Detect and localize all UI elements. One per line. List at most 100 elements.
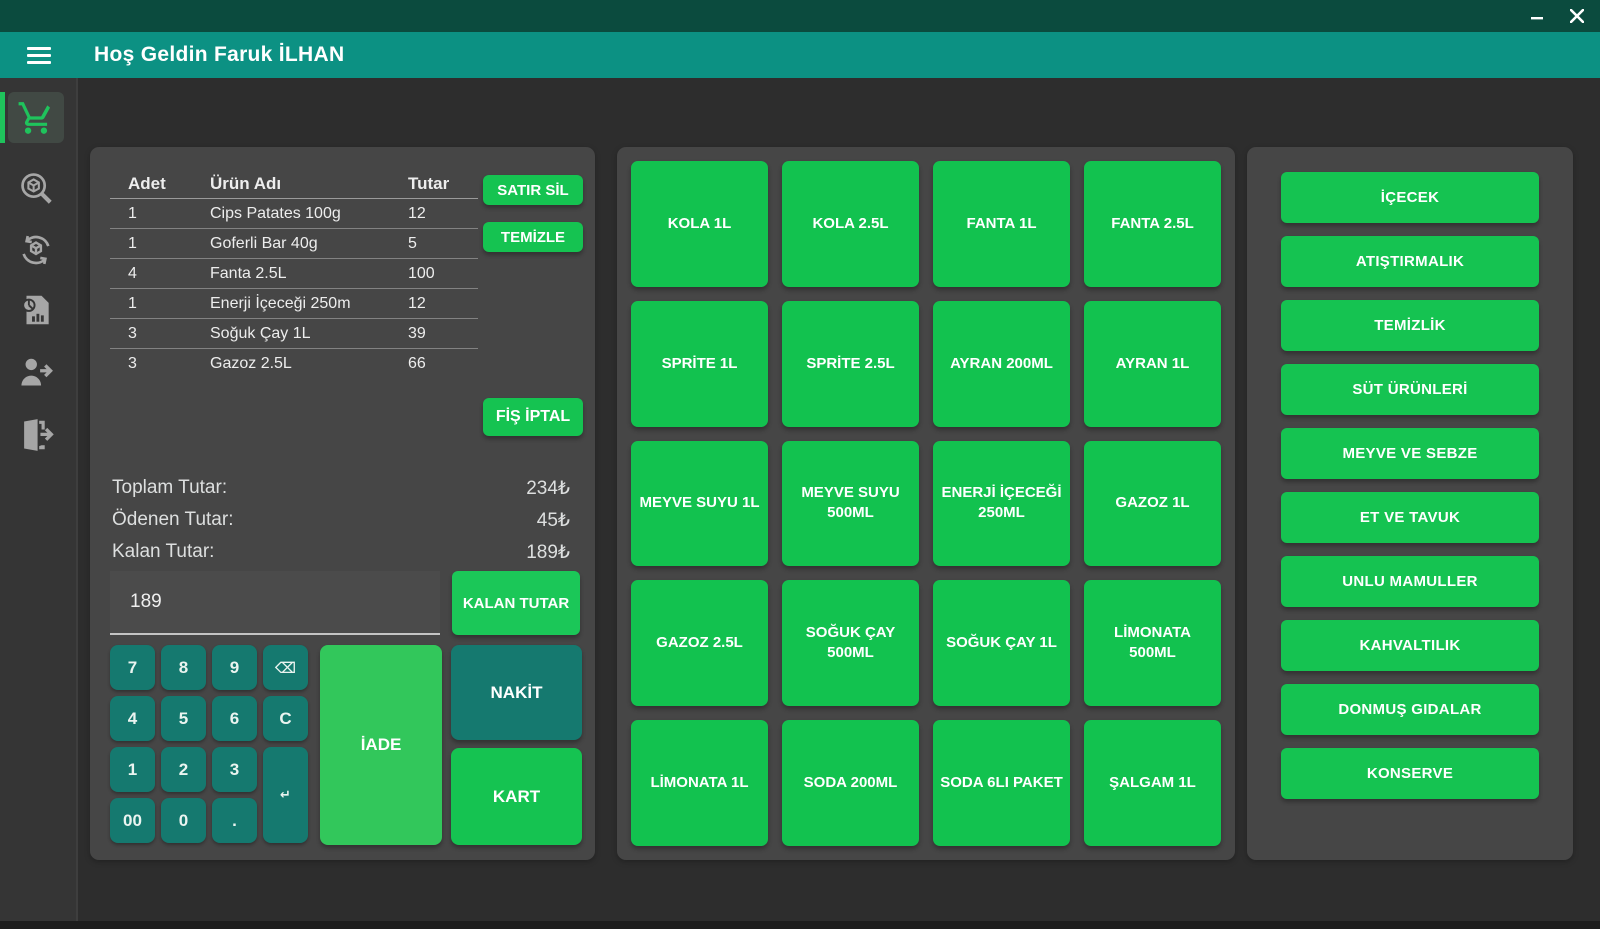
sidebar [0, 78, 78, 921]
product-button[interactable]: SODA 6LI PAKET [933, 720, 1070, 846]
close-icon [1570, 9, 1584, 23]
product-button[interactable]: SODA 200ML [782, 720, 919, 846]
product-button[interactable]: MEYVE SUYU 500ML [782, 441, 919, 567]
product-button[interactable]: LİMONATA 1L [631, 720, 768, 846]
product-button[interactable]: ENERJİ İÇECEĞİ 250ML [933, 441, 1070, 567]
main-area: Adet Ürün Adı Tutar 1 Cips Patates 100g … [78, 78, 1600, 921]
product-button[interactable]: ŞALGAM 1L [1084, 720, 1221, 846]
product-button[interactable]: AYRAN 200ML [933, 301, 1070, 427]
remaining-amount-button[interactable]: KALAN TUTAR [452, 571, 580, 635]
product-button[interactable]: FANTA 1L [933, 161, 1070, 287]
key-8[interactable]: 8 [161, 645, 206, 690]
refund-button[interactable]: İADE [320, 645, 442, 845]
clear-key[interactable]: C [263, 696, 308, 741]
key-5[interactable]: 5 [161, 696, 206, 741]
amount-input[interactable] [110, 571, 440, 635]
cash-button[interactable]: NAKİT [451, 645, 582, 740]
row-adet: 1 [110, 235, 210, 253]
welcome-title: Hoş Geldin Faruk İLHAN [94, 43, 344, 67]
menu-button[interactable] [27, 47, 51, 64]
key-2[interactable]: 2 [161, 747, 206, 792]
products-panel: KOLA 1LKOLA 2.5LFANTA 1LFANTA 2.5L SPRİTE… [617, 147, 1235, 860]
sidebar-item-user-transfer[interactable] [8, 346, 64, 397]
active-indicator [0, 92, 5, 143]
table-row[interactable]: 3 Gazoz 2.5L 66 [110, 349, 478, 379]
enter-key[interactable]: ↵ [263, 747, 308, 843]
table-row[interactable]: 3 Soğuk Çay 1L 39 [110, 319, 478, 349]
total-value: 234₺ [526, 477, 570, 500]
product-button[interactable]: MEYVE SUYU 1L [631, 441, 768, 567]
search-product-icon [17, 169, 55, 207]
category-button[interactable]: KAHVALTILIK [1281, 620, 1539, 671]
sidebar-item-product-search[interactable] [8, 162, 64, 213]
delete-row-button[interactable]: SATIR SİL [483, 175, 583, 205]
category-button[interactable]: MEYVE VE SEBZE [1281, 428, 1539, 479]
category-button[interactable]: KONSERVE [1281, 748, 1539, 799]
minimize-button[interactable] [1524, 3, 1550, 29]
category-button[interactable]: ATIŞTIRMALIK [1281, 236, 1539, 287]
key-0[interactable]: 0 [161, 798, 206, 843]
product-button[interactable]: GAZOZ 1L [1084, 441, 1221, 567]
product-button[interactable]: LİMONATA 500ML [1084, 580, 1221, 706]
table-row[interactable]: 4 Fanta 2.5L 100 [110, 259, 478, 289]
receipt-table: Adet Ürün Adı Tutar 1 Cips Patates 100g … [110, 169, 478, 379]
category-button[interactable]: DONMUŞ GIDALAR [1281, 684, 1539, 735]
product-button[interactable]: SPRİTE 2.5L [782, 301, 919, 427]
key-7[interactable]: 7 [110, 645, 155, 690]
hamburger-icon [27, 47, 51, 50]
row-tutar: 5 [408, 235, 478, 253]
table-row[interactable]: 1 Cips Patates 100g 12 [110, 199, 478, 229]
header: Hoş Geldin Faruk İLHAN [0, 32, 1600, 78]
category-button[interactable]: İÇECEK [1281, 172, 1539, 223]
key-dot[interactable]: . [212, 798, 257, 843]
product-button[interactable]: KOLA 2.5L [782, 161, 919, 287]
key-1[interactable]: 1 [110, 747, 155, 792]
sidebar-item-sales[interactable] [8, 92, 64, 143]
category-button[interactable]: UNLU MAMULLER [1281, 556, 1539, 607]
minimize-icon [1530, 9, 1544, 23]
table-row[interactable]: 1 Goferli Bar 40g 5 [110, 229, 478, 259]
remaining-label: Kalan Tutar: [112, 541, 214, 563]
category-button[interactable]: TEMİZLİK [1281, 300, 1539, 351]
product-button[interactable]: AYRAN 1L [1084, 301, 1221, 427]
paid-value: 45₺ [537, 509, 570, 532]
category-button[interactable]: ET VE TAVUK [1281, 492, 1539, 543]
product-button[interactable]: KOLA 1L [631, 161, 768, 287]
key-4[interactable]: 4 [110, 696, 155, 741]
remaining-value: 189₺ [526, 541, 570, 564]
key-00[interactable]: 00 [110, 798, 155, 843]
clear-button[interactable]: TEMİZLE [483, 222, 583, 252]
sidebar-item-stock-sync[interactable] [8, 224, 64, 275]
col-tutar: Tutar [408, 174, 478, 194]
row-urun: Fanta 2.5L [210, 265, 408, 283]
sidebar-item-exit[interactable] [8, 409, 64, 460]
product-button[interactable]: GAZOZ 2.5L [631, 580, 768, 706]
product-button[interactable]: SPRİTE 1L [631, 301, 768, 427]
titlebar [0, 0, 1600, 32]
col-urun: Ürün Adı [210, 174, 408, 194]
app-window: Hoş Geldin Faruk İLHAN [0, 0, 1600, 929]
product-button[interactable]: SOĞUK ÇAY 1L [933, 580, 1070, 706]
window-bottom-edge [0, 921, 1600, 929]
totals: Toplam Tutar:234₺ Ödenen Tutar:45₺ Kalan… [112, 472, 570, 568]
row-urun: Goferli Bar 40g [210, 235, 408, 253]
table-row[interactable]: 1 Enerji İçeceği 250m 12 [110, 289, 478, 319]
backspace-key[interactable]: ⌫ [263, 645, 308, 690]
key-6[interactable]: 6 [212, 696, 257, 741]
row-urun: Cips Patates 100g [210, 205, 408, 223]
receipt-panel: Adet Ürün Adı Tutar 1 Cips Patates 100g … [90, 147, 595, 860]
product-button[interactable]: SOĞUK ÇAY 500ML [782, 580, 919, 706]
row-urun: Gazoz 2.5L [210, 355, 408, 373]
key-3[interactable]: 3 [212, 747, 257, 792]
card-button[interactable]: KART [451, 748, 582, 845]
product-button[interactable]: FANTA 2.5L [1084, 161, 1221, 287]
door-exit-icon [17, 416, 55, 454]
row-tutar: 12 [408, 295, 478, 313]
key-9[interactable]: 9 [212, 645, 257, 690]
close-button[interactable] [1564, 3, 1590, 29]
cancel-receipt-button[interactable]: FİŞ İPTAL [483, 398, 583, 436]
row-tutar: 100 [408, 265, 478, 283]
category-button[interactable]: SÜT ÜRÜNLERİ [1281, 364, 1539, 415]
categories-panel: İÇECEK ATIŞTIRMALIK TEMİZLİK SÜT ÜRÜNLERİ ME… [1247, 147, 1573, 860]
sidebar-item-reports[interactable] [8, 284, 64, 335]
